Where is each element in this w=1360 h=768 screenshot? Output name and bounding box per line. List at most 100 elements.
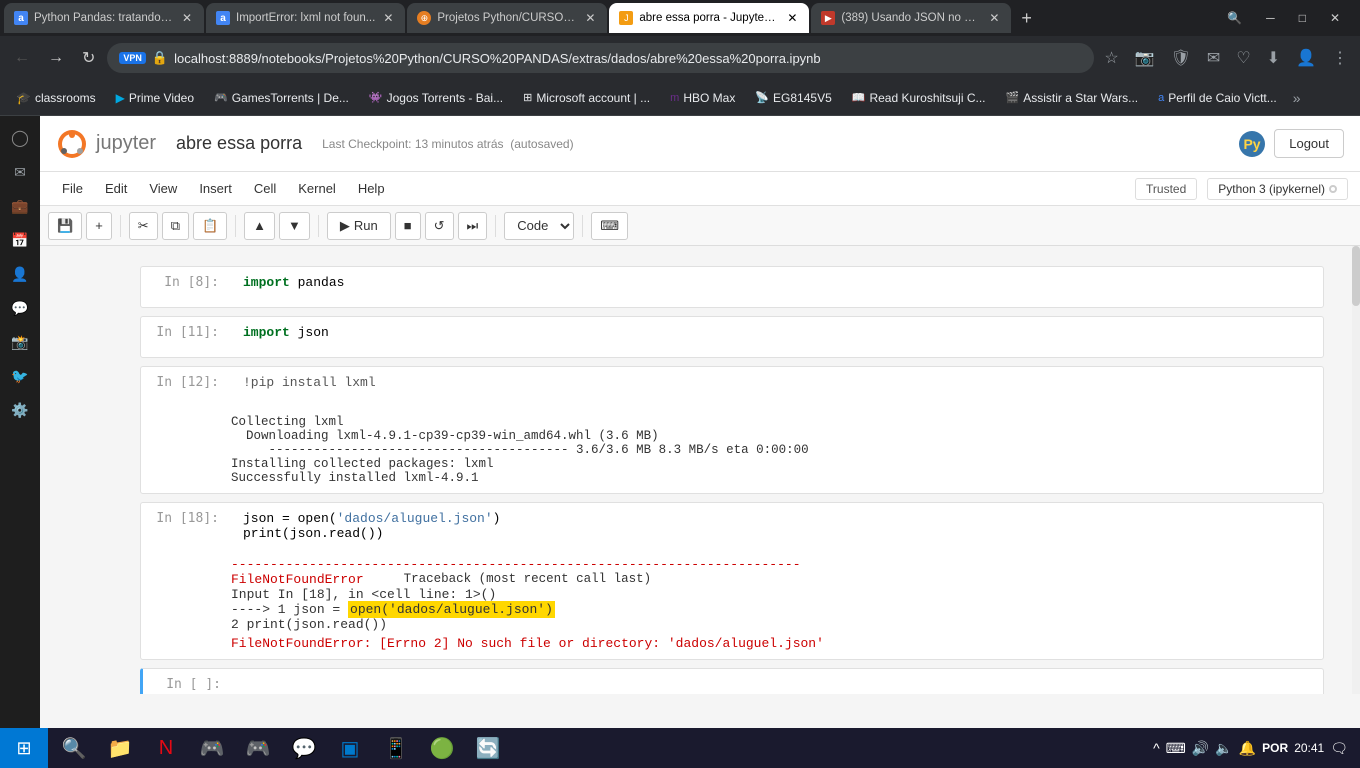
move-down-button[interactable]: ▼ [279, 212, 310, 240]
profile-icon[interactable]: 👤 [1292, 44, 1320, 72]
bookmark-gametorrents-label: GamesTorrents | De... [232, 91, 349, 105]
sidebar-icon-circle[interactable]: ◯ [6, 124, 34, 152]
bookmark-gametorrents[interactable]: 🎮 GamesTorrents | De... [206, 87, 357, 109]
menu-help[interactable]: Help [348, 177, 395, 200]
copy-button[interactable]: ⧉ [162, 212, 189, 240]
taskbar-notifications-button[interactable]: 🗨 [1330, 740, 1348, 757]
sidebar-icon-calendar[interactable]: 📅 [6, 226, 34, 254]
restart-button[interactable]: ↺ [425, 212, 454, 240]
forward-button[interactable]: → [42, 43, 70, 73]
menu-insert[interactable]: Insert [189, 177, 242, 200]
stop-button[interactable]: ■ [395, 212, 421, 240]
screenshot-icon[interactable]: 📷 [1131, 44, 1159, 72]
tab-2-close[interactable]: ✕ [381, 9, 395, 27]
back-button[interactable]: ← [8, 43, 36, 73]
close-button[interactable]: ✕ [1326, 7, 1344, 29]
shield-icon[interactable]: 🛡 [1167, 44, 1195, 72]
tray-keyboard-icon[interactable]: ⌨ [1166, 740, 1186, 757]
tab-4[interactable]: J abre essa porra - Jupyter N... ✕ [609, 3, 809, 33]
start-button[interactable]: ⊞ [0, 728, 48, 768]
bookmark-classrooms[interactable]: 🎓 classrooms [8, 87, 104, 109]
sidebar-icon-settings[interactable]: ⚙️ [6, 396, 34, 424]
download-icon[interactable]: ⬇ [1263, 44, 1284, 72]
add-cell-button[interactable]: + [86, 212, 112, 240]
taskbar-files[interactable]: 📁 [98, 728, 142, 768]
run-button[interactable]: ▶ Run [327, 212, 391, 240]
taskbar-discord[interactable]: 💬 [282, 728, 326, 768]
taskbar-search[interactable]: 🔍 [52, 728, 96, 768]
cell-2[interactable]: In [11]: import json [140, 316, 1324, 358]
save-button[interactable]: 💾 [48, 212, 82, 240]
keyboard-shortcut-button[interactable]: ⌨ [591, 212, 628, 240]
taskbar-green1[interactable]: 🟢 [420, 728, 464, 768]
cell-1[interactable]: In [8]: import pandas [140, 266, 1324, 308]
taskbar-netflix[interactable]: N [144, 728, 188, 768]
bookmarks-more[interactable]: » [1293, 90, 1301, 106]
paste-button[interactable]: 📋 [193, 212, 227, 240]
tray-network-icon[interactable]: 🔊 [1192, 740, 1209, 757]
tab-4-close[interactable]: ✕ [785, 9, 799, 27]
bookmark-hbo[interactable]: m HBO Max [662, 87, 743, 109]
cell-3[interactable]: In [12]: !pip install lxml Collecting lx… [140, 366, 1324, 494]
sidebar-icon-person[interactable]: 👤 [6, 260, 34, 288]
menu-cell[interactable]: Cell [244, 177, 286, 200]
tab-5-close[interactable]: ✕ [987, 9, 1001, 27]
tab-3[interactable]: ⊕ Projetos Python/CURSO PA... ✕ [407, 3, 607, 33]
taskbar-vscode[interactable]: ▣ [328, 728, 372, 768]
search-icon[interactable]: 🔍 [1223, 7, 1246, 29]
tray-arrow-icon[interactable]: ^ [1153, 740, 1160, 756]
bookmark-microsoft[interactable]: ⊞ Microsoft account | ... [515, 87, 658, 109]
cut-button[interactable]: ✂ [129, 212, 158, 240]
tab-1[interactable]: a Python Pandas: tratando e... ✕ [4, 3, 204, 33]
cell-4-body[interactable]: json = open('dados/aluguel.json') print(… [231, 503, 1323, 549]
menu-file[interactable]: File [52, 177, 93, 200]
reload-button[interactable]: ↻ [76, 42, 101, 74]
new-tab-button[interactable]: + [1013, 4, 1040, 33]
cell-2-body[interactable]: import json [231, 317, 1323, 357]
sidebar-icon-email[interactable]: ✉ [6, 158, 34, 186]
logout-button[interactable]: Logout [1274, 129, 1344, 158]
cell-5[interactable]: In [ ]: [140, 668, 1324, 694]
bookmark-eg8145[interactable]: 📡 EG8145V5 [747, 87, 839, 109]
send-icon[interactable]: ✉ [1203, 44, 1224, 72]
tab-2[interactable]: a ImportError: lxml not foun... ✕ [206, 3, 405, 33]
menu-view[interactable]: View [139, 177, 187, 200]
bookmark-read[interactable]: 📖 Read Kuroshitsuji C... [844, 87, 994, 109]
cell-type-select[interactable]: Code [504, 212, 574, 240]
bookmark-jogos[interactable]: 👾 Jogos Torrents - Bai... [361, 87, 511, 109]
bookmark-perfil[interactable]: a Perfil de Caio Victt... [1150, 87, 1285, 109]
scrollbar[interactable] [1352, 246, 1360, 694]
cell-1-body[interactable]: import pandas [231, 267, 1323, 307]
url-bar[interactable]: VPN 🔒 localhost:8889/notebooks/Projetos%… [107, 43, 1094, 73]
taskbar-xbox[interactable]: 🎮 [190, 728, 234, 768]
cell-4[interactable]: In [18]: json = open('dados/aluguel.json… [140, 502, 1324, 660]
taskbar-right: ^ ⌨ 🔊 🔈 🔔 POR 20:41 🗨 [1141, 740, 1360, 757]
scrollbar-thumb[interactable] [1352, 246, 1360, 306]
bookmark-star-icon[interactable]: ☆ [1100, 44, 1122, 72]
extensions-icon[interactable]: ⋮ [1328, 44, 1352, 72]
tab-1-close[interactable]: ✕ [180, 9, 194, 27]
bookmark-assistir[interactable]: 🎬 Assistir a Star Wars... [998, 87, 1147, 109]
move-up-button[interactable]: ▲ [244, 212, 275, 240]
tab-3-close[interactable]: ✕ [583, 9, 597, 27]
menu-edit[interactable]: Edit [95, 177, 137, 200]
minimize-button[interactable]: ─ [1262, 7, 1279, 29]
tab-5[interactable]: ▶ (389) Usando JSON no Jup... ✕ [811, 3, 1011, 33]
sidebar-icon-twitter[interactable]: 🐦 [6, 362, 34, 390]
sidebar-icon-briefcase[interactable]: 💼 [6, 192, 34, 220]
restart-run-button[interactable]: ⏭ [458, 212, 488, 240]
notification-icon[interactable]: 🔔 [1239, 740, 1256, 757]
bookmark-prime[interactable]: ▶ Prime Video [108, 87, 202, 109]
tray-volume-icon[interactable]: 🔈 [1215, 740, 1232, 757]
cell-5-body[interactable] [233, 669, 1323, 694]
cell-3-body[interactable]: !pip install lxml [231, 367, 1323, 407]
sidebar-icon-chat[interactable]: 💬 [6, 294, 34, 322]
taskbar-refresh[interactable]: 🔄 [466, 728, 510, 768]
menu-kernel[interactable]: Kernel [288, 177, 346, 200]
taskbar-steam[interactable]: 🎮 [236, 728, 280, 768]
heart-icon[interactable]: ♡ [1232, 44, 1254, 72]
maximize-button[interactable]: □ [1295, 7, 1310, 29]
notebook-title[interactable]: abre essa porra [176, 133, 302, 154]
taskbar-whatsapp[interactable]: 📱 [374, 728, 418, 768]
sidebar-icon-instagram[interactable]: 📸 [6, 328, 34, 356]
